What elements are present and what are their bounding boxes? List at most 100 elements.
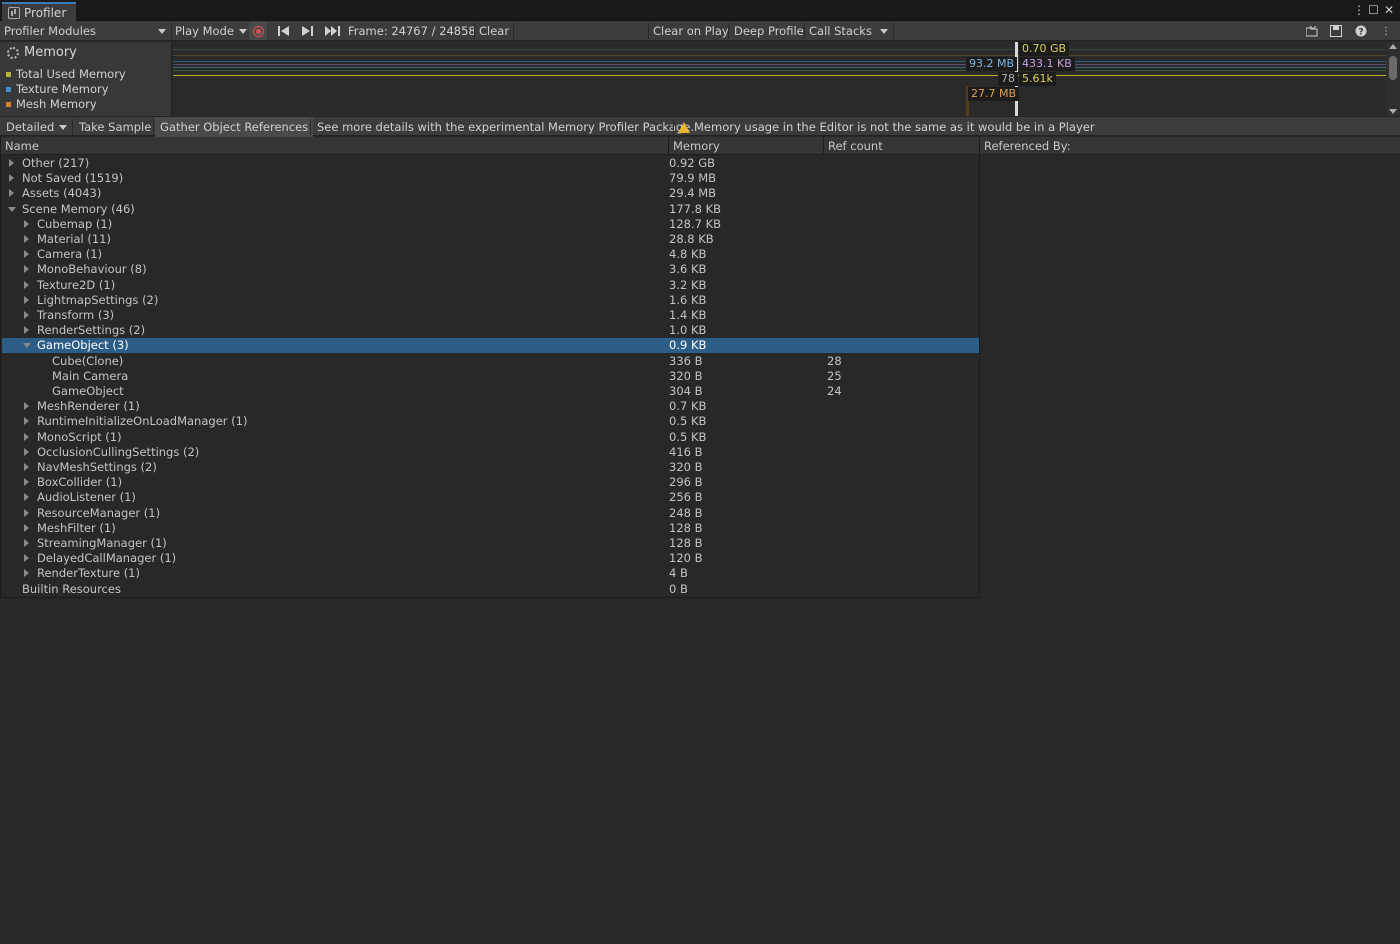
column-header-name[interactable]: Name — [1, 137, 669, 155]
collapsed-arrow-icon[interactable] — [22, 232, 32, 247]
scroll-down-icon[interactable] — [1389, 109, 1397, 114]
row-label: LightmapSettings (2) — [37, 292, 159, 307]
table-row[interactable]: Other (217) 0.92 GB — [2, 156, 979, 171]
table-row[interactable]: RenderSettings (2) 1.0 KB — [2, 323, 979, 338]
profiler-modules-dropdown[interactable]: Profiler Modules — [4, 21, 170, 41]
legend-mesh-memory[interactable]: Mesh Memory — [6, 97, 97, 111]
table-row[interactable]: MeshFilter (1) 128 B — [2, 521, 979, 536]
call-stacks-dropdown[interactable] — [874, 21, 894, 41]
clear-button[interactable]: Clear — [479, 21, 509, 41]
referenced-by-panel: Referenced By: — [980, 137, 1400, 155]
deep-profile-button[interactable]: Deep Profile — [734, 21, 804, 41]
collapsed-arrow-icon[interactable] — [22, 308, 32, 323]
collapsed-arrow-icon[interactable] — [22, 217, 32, 232]
profiler-tab[interactable]: Profiler — [2, 2, 76, 21]
table-row[interactable]: NavMeshSettings (2) 320 B — [2, 460, 979, 475]
memory-chart[interactable]: 0.70 GB 93.2 MB 433.1 KB 78 5.61k 27.7 M… — [173, 42, 1386, 116]
table-row[interactable]: GameObject (3) 0.9 KB — [2, 338, 979, 354]
row-label: MonoBehaviour (8) — [37, 262, 147, 277]
table-row[interactable]: MeshRenderer (1) 0.7 KB — [2, 399, 979, 414]
clear-on-play-button[interactable]: Clear on Play — [653, 21, 729, 41]
table-row[interactable]: Main Camera 320 B 25 — [2, 369, 979, 384]
collapsed-arrow-icon[interactable] — [22, 536, 32, 551]
save-button[interactable] — [1326, 21, 1346, 41]
current-frame-button[interactable] — [322, 21, 342, 41]
table-row[interactable]: Cube(Clone) 336 B 28 — [2, 354, 979, 369]
row-label: GameObject (3) — [37, 338, 129, 353]
collapsed-arrow-icon[interactable] — [22, 566, 32, 581]
scrollbar-thumb[interactable] — [1389, 56, 1397, 80]
table-row[interactable]: Assets (4043) 29.4 MB — [2, 186, 979, 201]
next-frame-button[interactable] — [297, 21, 317, 41]
chart-value-label: 433.1 KB — [1019, 57, 1075, 71]
collapsed-arrow-icon[interactable] — [22, 475, 32, 490]
table-row[interactable]: Transform (3) 1.4 KB — [2, 308, 979, 323]
collapsed-arrow-icon[interactable] — [22, 323, 32, 338]
table-row[interactable]: Texture2D (1) 3.2 KB — [2, 278, 979, 293]
collapsed-arrow-icon[interactable] — [22, 430, 32, 445]
table-row[interactable]: Scene Memory (46) 177.8 KB — [2, 202, 979, 217]
previous-frame-button[interactable] — [273, 21, 293, 41]
collapsed-arrow-icon[interactable] — [22, 293, 32, 308]
table-row[interactable]: RenderTexture (1) 4 B — [2, 566, 979, 581]
legend-total-used-memory[interactable]: Total Used Memory — [6, 67, 126, 81]
collapsed-arrow-icon[interactable] — [22, 414, 32, 429]
view-mode-dropdown[interactable]: Detailed — [6, 117, 67, 137]
record-button[interactable] — [249, 22, 267, 40]
memory-profiler-package-link[interactable]: See more details with the experimental M… — [317, 117, 694, 137]
save-icon — [1330, 25, 1342, 37]
table-row[interactable]: ResourceManager (1) 248 B — [2, 506, 979, 521]
collapsed-arrow-icon[interactable] — [22, 278, 32, 293]
table-row[interactable]: Builtin Resources 0 B — [2, 582, 979, 597]
collapsed-arrow-icon[interactable] — [22, 490, 32, 505]
collapsed-arrow-icon[interactable] — [7, 171, 17, 186]
table-row[interactable]: LightmapSettings (2) 1.6 KB — [2, 293, 979, 308]
row-memory: 256 B — [669, 490, 703, 505]
table-row[interactable]: GameObject 304 B 24 — [2, 384, 979, 399]
window-menu-icon[interactable]: ⋮ — [1353, 3, 1365, 17]
expanded-arrow-icon[interactable] — [22, 338, 32, 353]
table-row[interactable]: Not Saved (1519) 79.9 MB — [2, 171, 979, 186]
play-mode-dropdown[interactable]: Play Mode — [175, 21, 247, 41]
table-row[interactable]: AudioListener (1) 256 B — [2, 490, 979, 505]
table-row[interactable]: MonoBehaviour (8) 3.6 KB — [2, 262, 979, 277]
expanded-arrow-icon[interactable] — [7, 202, 17, 217]
options-menu-icon[interactable]: ⋮ — [1376, 21, 1396, 41]
table-row[interactable]: StreamingManager (1) 128 B — [2, 536, 979, 551]
collapsed-arrow-icon[interactable] — [22, 521, 32, 536]
gather-object-references-toggle[interactable]: Gather Object References — [155, 117, 314, 137]
table-row[interactable]: RuntimeInitializeOnLoadManager (1) 0.5 KB — [2, 414, 979, 429]
collapsed-arrow-icon[interactable] — [7, 186, 17, 201]
collapsed-arrow-icon[interactable] — [22, 399, 32, 414]
collapsed-arrow-icon[interactable] — [22, 445, 32, 460]
table-row[interactable]: MonoScript (1) 0.5 KB — [2, 430, 979, 445]
scroll-up-icon[interactable] — [1389, 44, 1397, 49]
memory-module-panel[interactable]: Memory Total Used Memory Texture Memory … — [0, 42, 172, 116]
call-stacks-button[interactable]: Call Stacks — [809, 21, 872, 41]
chart-scrollbar[interactable] — [1386, 42, 1400, 116]
memory-tree-view[interactable]: Name Memory Ref count Other (217) 0.92 GB… — [0, 137, 981, 598]
collapsed-arrow-icon[interactable] — [22, 506, 32, 521]
maximize-icon[interactable]: ☐ — [1368, 3, 1379, 17]
collapsed-arrow-icon[interactable] — [7, 156, 17, 171]
column-header-memory[interactable]: Memory — [669, 137, 824, 155]
table-row[interactable]: Camera (1) 4.8 KB — [2, 247, 979, 262]
table-row[interactable]: Cubemap (1) 128.7 KB — [2, 217, 979, 232]
chart-value-label: 78 — [998, 72, 1018, 86]
help-button[interactable]: ? — [1351, 21, 1371, 41]
collapsed-arrow-icon[interactable] — [22, 247, 32, 262]
column-header-ref-count[interactable]: Ref count — [824, 137, 980, 155]
legend-texture-memory[interactable]: Texture Memory — [6, 82, 109, 96]
close-icon[interactable]: ✕ — [1384, 3, 1394, 17]
detail-toolbar: Detailed Take Sample Gather Object Refer… — [0, 116, 1400, 137]
load-button[interactable] — [1302, 21, 1322, 41]
table-row[interactable]: BoxCollider (1) 296 B — [2, 475, 979, 490]
collapsed-arrow-icon[interactable] — [22, 551, 32, 566]
table-row[interactable]: OcclusionCullingSettings (2) 416 B — [2, 445, 979, 460]
row-name: MeshRenderer (1) — [22, 399, 140, 414]
collapsed-arrow-icon[interactable] — [22, 262, 32, 277]
table-row[interactable]: Material (11) 28.8 KB — [2, 232, 979, 247]
take-sample-button[interactable]: Take Sample — [79, 117, 151, 137]
table-row[interactable]: DelayedCallManager (1) 120 B — [2, 551, 979, 566]
collapsed-arrow-icon[interactable] — [22, 460, 32, 475]
